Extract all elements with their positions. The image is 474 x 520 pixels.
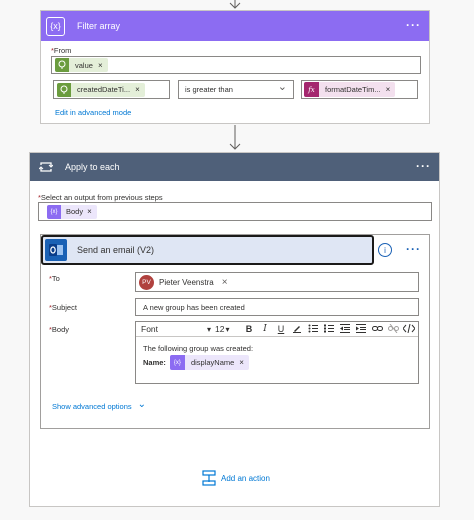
- send-email-title: Send an email (V2): [77, 245, 155, 255]
- filter-array-card: {x} Filter array ··· *From value × creat…: [40, 10, 430, 124]
- chevron-down-icon: ⌄: [277, 81, 287, 93]
- font-size-dropdown[interactable]: 12 ▾: [215, 324, 241, 334]
- variable-icon: {x}: [169, 355, 185, 370]
- display-name-token-label: displayName: [190, 358, 235, 367]
- apply-to-each-title: Apply to each: [65, 162, 120, 172]
- format-date-token-label: formatDateTim...: [325, 85, 381, 94]
- connector-arrow-icon: [229, 125, 241, 150]
- subject-label: *Subject: [49, 303, 77, 312]
- display-name-token[interactable]: {x} displayName ×: [169, 355, 249, 370]
- send-email-card: Send an email (V2) i ··· *To PV Pieter V…: [40, 234, 430, 429]
- select-output-label: *Select an output from previous steps: [38, 193, 163, 202]
- numbered-list-button[interactable]: [321, 324, 337, 335]
- expression-icon: [55, 58, 69, 72]
- add-action-label: Add an action: [221, 473, 270, 483]
- remove-token-icon[interactable]: ×: [87, 207, 92, 216]
- created-date-token[interactable]: createdDateTi... ×: [57, 82, 145, 97]
- select-output-field[interactable]: {x} Body ×: [38, 202, 432, 221]
- insert-link-button[interactable]: [369, 324, 385, 335]
- to-field[interactable]: PV Pieter Veenstra ×: [135, 272, 419, 292]
- add-action-button[interactable]: Add an action: [202, 470, 270, 486]
- underline-button[interactable]: U: [273, 324, 289, 334]
- link-icon: [371, 325, 383, 331]
- decrease-indent-button[interactable]: [337, 323, 353, 335]
- info-icon[interactable]: i: [378, 243, 392, 257]
- value-token-label: value: [75, 60, 93, 70]
- edit-advanced-mode-link[interactable]: Edit in advanced mode: [55, 108, 131, 117]
- indent-icon: [356, 323, 366, 333]
- body-editor[interactable]: Font ▾ 12 ▾ B I U The following group wa…: [135, 321, 419, 384]
- created-date-token-label: createdDateTi...: [77, 85, 131, 94]
- body-line-1: The following group was created:: [143, 344, 254, 353]
- condition-right-field[interactable]: fx formatDateTim... ×: [301, 80, 418, 99]
- expression-icon: [57, 82, 71, 97]
- italic-button[interactable]: I: [257, 324, 273, 334]
- name-label: Name:: [143, 358, 166, 367]
- chevron-down-icon: ⌄: [137, 399, 147, 410]
- format-date-token[interactable]: fx formatDateTim... ×: [304, 82, 396, 97]
- remove-recipient-icon[interactable]: ×: [222, 277, 228, 288]
- remove-token-icon[interactable]: ×: [135, 85, 140, 94]
- rich-text-toolbar: Font ▾ 12 ▾ B I U: [136, 322, 418, 337]
- remove-token-icon[interactable]: ×: [98, 61, 103, 70]
- add-action-icon: [202, 470, 216, 486]
- value-token[interactable]: value ×: [55, 58, 108, 72]
- to-label: *To: [49, 274, 60, 283]
- recipient-name: Pieter Veenstra: [159, 277, 214, 287]
- increase-indent-button[interactable]: [353, 323, 369, 335]
- remove-token-icon[interactable]: ×: [239, 358, 244, 367]
- more-options-icon[interactable]: ···: [416, 159, 431, 173]
- avatar: PV: [139, 274, 154, 290]
- more-options-icon[interactable]: ···: [406, 242, 421, 256]
- apply-to-each-card: Apply to each ··· *Select an output from…: [29, 152, 440, 507]
- remove-token-icon[interactable]: ×: [386, 85, 391, 94]
- body-token[interactable]: {x} Body ×: [47, 204, 97, 219]
- code-icon: [403, 323, 415, 333]
- unlink-icon: [387, 323, 399, 333]
- more-options-icon[interactable]: ···: [406, 18, 421, 32]
- body-label: *Body: [49, 325, 70, 334]
- dropdown-arrow-icon: ▾: [206, 324, 211, 334]
- loop-icon: [39, 162, 53, 172]
- filter-array-title: Filter array: [77, 21, 121, 31]
- outdent-icon: [340, 323, 350, 333]
- body-token-label: Body: [66, 207, 84, 216]
- subject-value: A new group has been created: [143, 302, 245, 312]
- from-field[interactable]: value ×: [51, 56, 421, 74]
- filter-array-icon: {x}: [46, 16, 65, 36]
- variable-icon: {x}: [47, 204, 61, 219]
- fx-icon: fx: [304, 82, 319, 97]
- body-line-2: Name: {x} displayName ×: [143, 355, 249, 370]
- apply-to-each-header[interactable]: Apply to each ···: [30, 153, 439, 181]
- bullet-list-button[interactable]: [305, 324, 321, 335]
- font-dropdown[interactable]: Font ▾: [141, 324, 211, 334]
- bold-button[interactable]: B: [241, 324, 257, 334]
- outlook-icon: [45, 239, 67, 261]
- dropdown-arrow-icon: ▾: [225, 324, 230, 334]
- connector-arrow-icon: [229, 0, 241, 9]
- font-value: Font: [141, 324, 159, 334]
- recipient-chip[interactable]: PV Pieter Veenstra ×: [139, 274, 228, 290]
- filter-array-header[interactable]: {x} Filter array ···: [41, 11, 429, 41]
- from-label: *From: [51, 46, 72, 55]
- bullet-list-icon: [308, 324, 318, 332]
- show-advanced-options-label: Show advanced options: [52, 402, 132, 411]
- subject-field[interactable]: A new group has been created: [135, 298, 419, 316]
- show-advanced-options-link[interactable]: Show advanced options ⌄: [52, 399, 147, 411]
- font-size-value: 12: [215, 324, 225, 334]
- code-view-button[interactable]: [401, 323, 417, 335]
- operator-value: is greater than: [185, 85, 233, 94]
- condition-left-field[interactable]: createdDateTi... ×: [53, 80, 170, 99]
- send-email-header[interactable]: Send an email (V2): [41, 235, 374, 265]
- remove-link-button[interactable]: [385, 323, 401, 335]
- font-color-button[interactable]: [289, 323, 305, 335]
- pen-icon: [293, 326, 301, 333]
- operator-dropdown[interactable]: is greater than ⌄: [178, 80, 294, 99]
- numbered-list-icon: [324, 324, 334, 332]
